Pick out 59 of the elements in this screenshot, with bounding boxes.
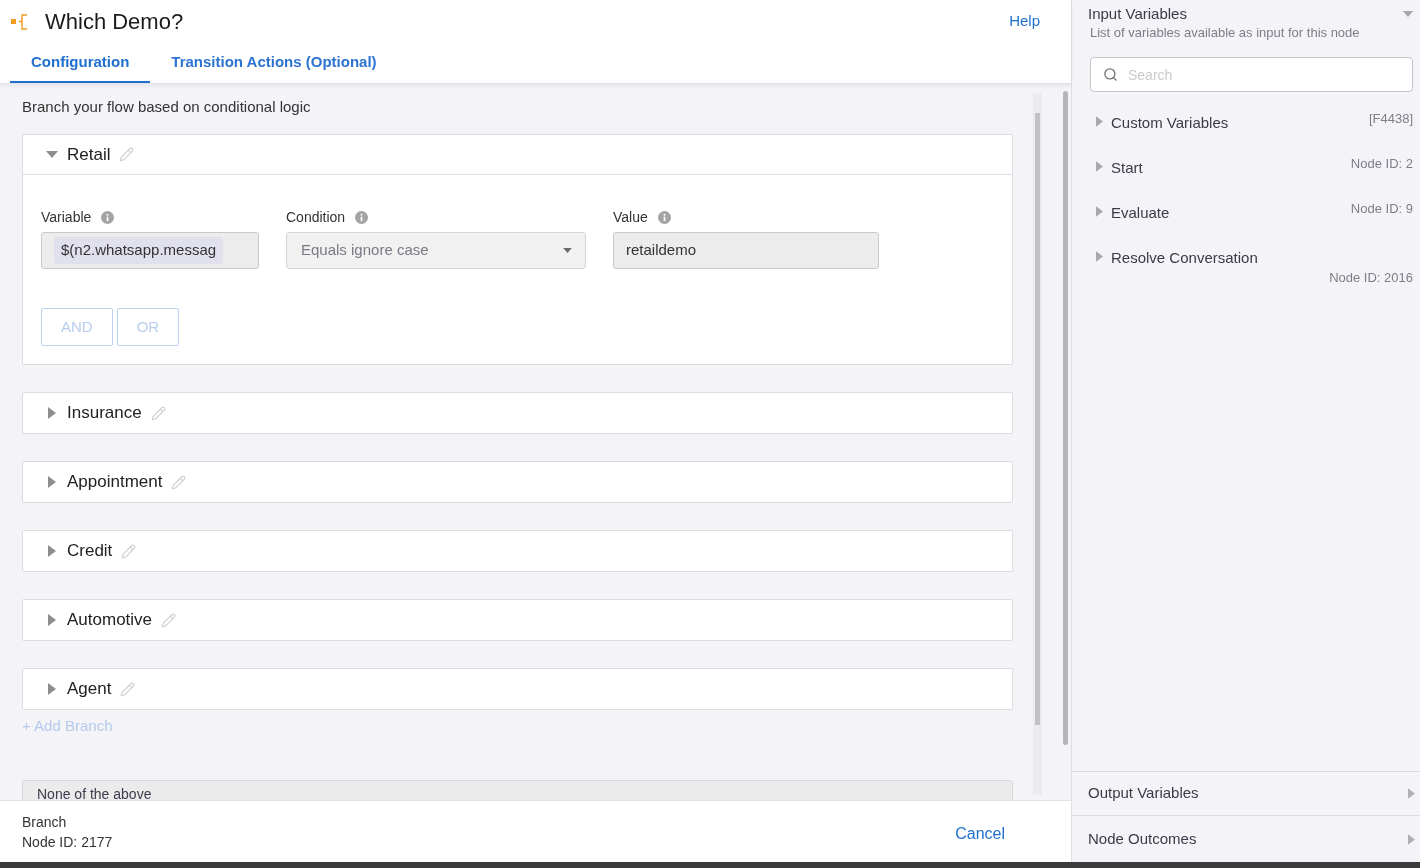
field-label: Value — [613, 207, 648, 227]
caret-right-icon[interactable] — [48, 407, 56, 419]
help-link[interactable]: Help — [1009, 10, 1040, 33]
tab[interactable]: Transition Actions (Optional) — [150, 43, 398, 83]
info-icon — [657, 210, 671, 224]
tree-item-label[interactable]: Start — [1111, 159, 1143, 176]
caret-right-icon[interactable] — [1096, 205, 1103, 217]
panel-title: Input Variables — [1088, 3, 1187, 24]
node-id-label: Node ID: 9 — [1350, 201, 1413, 217]
scrollbar-thumb[interactable] — [1035, 113, 1040, 725]
info-icon — [101, 210, 115, 224]
info-icon — [355, 210, 369, 224]
value-field[interactable]: retaildemo — [613, 232, 879, 269]
pencil-icon[interactable] — [121, 543, 137, 559]
branch-title[interactable]: Credit — [67, 538, 113, 564]
pencil-icon[interactable] — [150, 405, 166, 421]
caret-right-icon[interactable] — [48, 545, 56, 557]
caret-right-icon[interactable] — [1096, 250, 1103, 262]
caret-right-icon[interactable] — [48, 476, 56, 488]
variable-chip[interactable]: $(n2.whatsapp.messag — [54, 237, 224, 264]
caret-down-icon[interactable] — [46, 151, 58, 158]
node-id-label: [F4438] — [1368, 111, 1413, 127]
branch-title[interactable]: Insurance — [67, 400, 142, 426]
variable-field[interactable]: $(n2.whatsapp.messag — [41, 232, 259, 269]
condition-dropdown[interactable]: Equals ignore case — [286, 232, 586, 269]
branch-title[interactable]: Agent — [67, 676, 112, 702]
panel-subtitle: List of variables available as input for this node — [1090, 25, 1361, 41]
caret-down-icon — [563, 248, 572, 253]
node-type-text: Branch — [22, 812, 68, 832]
section-row[interactable]: Output Variables — [1072, 771, 1420, 815]
branch-title[interactable]: Automotive — [67, 607, 153, 633]
node-id-text: Node ID: 2177 — [22, 832, 113, 852]
caret-right-icon[interactable] — [1408, 788, 1415, 799]
search-icon — [1103, 67, 1118, 82]
scrollbar-thumb[interactable] — [1063, 91, 1068, 745]
cancel-link[interactable]: Cancel — [955, 821, 1005, 846]
field-label: Variable — [41, 207, 92, 227]
caret-right-icon[interactable] — [48, 683, 56, 695]
pencil-icon[interactable] — [161, 612, 177, 628]
branch-title[interactable]: Appointment — [67, 469, 163, 495]
node-id-label: Node ID: 2016 — [1329, 270, 1413, 286]
branch-title[interactable]: Retail — [67, 141, 111, 168]
description-text: Branch your flow based on conditional logic — [22, 97, 312, 117]
field-label: Condition — [286, 207, 346, 227]
caret-right-icon[interactable] — [1096, 160, 1103, 172]
pencil-icon[interactable] — [119, 147, 135, 162]
pencil-icon[interactable] — [171, 474, 187, 490]
tree-item-label[interactable]: Custom Variables — [1111, 114, 1229, 131]
caret-right-icon[interactable] — [48, 614, 56, 626]
tree-item-label[interactable]: Evaluate — [1111, 204, 1170, 221]
node-id-label: Node ID: 2 — [1350, 156, 1413, 172]
caret-right-icon[interactable] — [1096, 115, 1103, 127]
caret-down-icon[interactable] — [1403, 11, 1413, 17]
node-title: Which Demo? — [45, 8, 184, 37]
tree-item-label[interactable]: Resolve Conversation — [1111, 249, 1258, 266]
pencil-icon[interactable] — [120, 681, 136, 697]
caret-right-icon[interactable] — [1408, 833, 1415, 845]
default-branch-title: None of the above — [37, 786, 152, 800]
branch-node-icon — [11, 13, 29, 30]
